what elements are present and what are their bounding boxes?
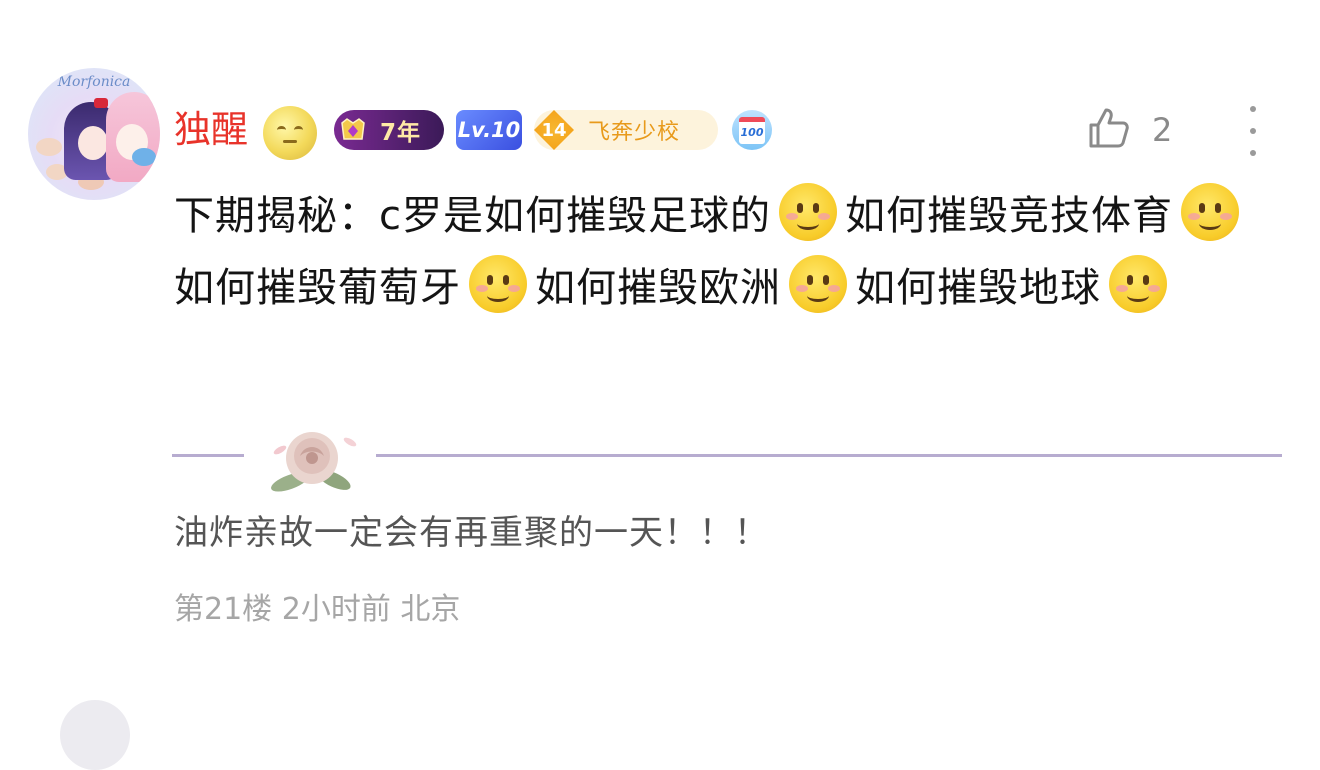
smile-emoji-icon — [789, 255, 847, 313]
user-signature: 油炸亲故一定会有再重聚的一天！！！ — [174, 513, 769, 553]
member-years-badge[interactable]: 7年 — [334, 110, 444, 150]
content-text: 下期揭秘：c罗是如何摧毁足球的 — [174, 193, 771, 239]
user-avatar[interactable]: Morfonica — [28, 68, 160, 200]
next-comment-avatar[interactable] — [60, 700, 130, 770]
content-text: 如何摧毁地球 — [855, 265, 1101, 311]
like-count: 2 — [1152, 111, 1173, 149]
fan-level-number: 14 — [534, 110, 574, 150]
fan-level-badge[interactable]: 14 飞奔少校 — [534, 110, 718, 150]
smile-emoji-icon — [779, 183, 837, 241]
content-text: 如何摧毁欧洲 — [535, 265, 781, 311]
comment-meta: 第21楼 2小时前 北京 — [174, 588, 460, 632]
smile-emoji-icon — [1181, 183, 1239, 241]
rose-decoration-icon — [271, 432, 357, 492]
member-years-text: 7年 — [380, 120, 422, 146]
calendar-badge-number: 100 — [739, 116, 765, 144]
diamond-icon — [336, 113, 370, 147]
like-button[interactable]: 2 — [1086, 104, 1186, 156]
comment-content: 下期揭秘：c罗是如何摧毁足球的 如何摧毁竞技体育如何摧毁葡萄牙 如何摧毁欧洲 如何摧毁… — [174, 180, 1284, 324]
content-text: 如何摧毁竞技体育 — [845, 193, 1173, 239]
smile-emoji-icon — [469, 255, 527, 313]
comment-item: Morfonica 独醒 7年 Lv.10 14 飞奔少校 100 2 下期揭秘… — [0, 0, 1320, 770]
smile-emoji-icon — [1109, 255, 1167, 313]
moon-face-icon — [263, 106, 317, 160]
more-vertical-icon[interactable] — [1238, 106, 1268, 156]
calendar-100-badge-icon[interactable]: 100 — [732, 110, 772, 150]
ip-location: 北京 — [400, 592, 461, 627]
signature-divider — [172, 410, 1282, 500]
floor-number: 第21楼 — [174, 592, 273, 627]
avatar-logo-text: Morfonica — [57, 74, 131, 90]
content-text: 如何摧毁葡萄牙 — [174, 265, 461, 311]
fan-level-title: 飞奔少校 — [588, 120, 681, 145]
username[interactable]: 独醒 — [174, 106, 248, 154]
thumbs-up-icon — [1086, 105, 1132, 155]
post-time: 2小时前 — [281, 592, 391, 627]
level-badge[interactable]: Lv.10 — [456, 110, 522, 150]
